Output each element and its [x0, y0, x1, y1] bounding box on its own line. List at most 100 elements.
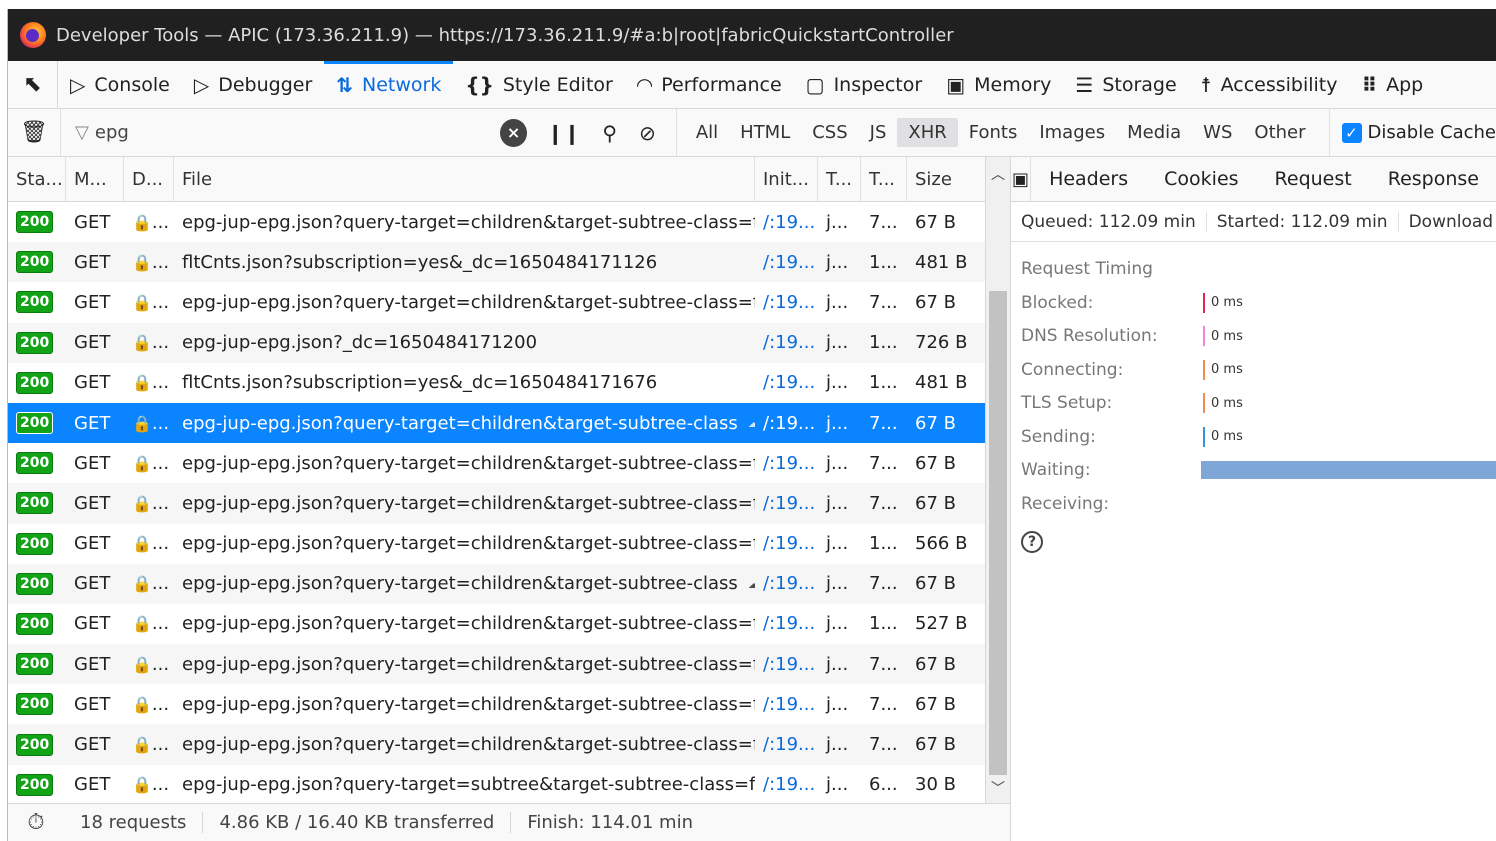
initiator-link[interactable]: /:19... — [755, 323, 818, 363]
tab-console[interactable]: ▷ Console — [58, 61, 182, 108]
initiator-link[interactable]: /:19... — [755, 765, 818, 803]
lock-icon: 🔒 — [132, 614, 152, 634]
initiator-link[interactable]: /:19... — [755, 363, 818, 403]
tab-accessibility[interactable]: ☨ Accessibility — [1189, 61, 1350, 108]
status-cell: 200 — [8, 443, 66, 483]
timing-row: Sending: 0 ms — [1021, 420, 1496, 454]
size-cell: 481 B — [915, 251, 968, 273]
method-cell: GET — [74, 211, 111, 233]
table-row[interactable]: 200 GET 🔒... epg-jup-epg.json?query-target=… — [8, 724, 985, 765]
col-domain[interactable]: D... — [124, 157, 174, 201]
type-filter-all[interactable]: All — [685, 118, 729, 147]
method-cell: GET — [74, 693, 111, 715]
domain-cell: 🔒... — [124, 363, 174, 403]
tab-performance[interactable]: ◠ Performance — [625, 61, 794, 108]
type-filter-ws[interactable]: WS — [1192, 118, 1243, 147]
size-cell: 67 B — [915, 291, 956, 313]
initiator-link[interactable]: /:19... — [755, 724, 818, 764]
element-picker-icon[interactable]: ⬉ — [8, 61, 58, 108]
tab-debugger[interactable]: ▷ Debugger — [182, 61, 324, 108]
col-method[interactable]: M... — [66, 157, 124, 201]
initiator-link[interactable]: /:19... — [755, 684, 818, 724]
tab-label: Style Editor — [502, 73, 613, 96]
initiator-link[interactable]: /:19... — [755, 202, 818, 242]
col-file[interactable]: File — [174, 157, 755, 201]
tab-inspector[interactable]: ▢ Inspector — [794, 61, 935, 108]
type-filter-js[interactable]: JS — [859, 118, 898, 147]
tab-cookies[interactable]: Cookies — [1146, 168, 1256, 190]
file-name: epg-jup-epg.json?query-target=children&t… — [182, 693, 755, 715]
type-cell: j... — [826, 372, 849, 394]
initiator-link[interactable]: /:19... — [755, 403, 818, 443]
file-name: epg-jup-epg.json?query-target=children&t… — [182, 211, 755, 233]
scrollbar-thumb[interactable] — [989, 291, 1007, 775]
scroll-up-icon[interactable]: ︿ — [986, 163, 1010, 185]
file-cell: epg-jup-epg.json?query-target=children&t… — [174, 644, 755, 684]
table-row[interactable]: 200 GET 🔒... epg-jup-epg.json?query-target=… — [8, 604, 985, 644]
tab-network[interactable]: ⇅ Network — [324, 61, 454, 108]
tab-style-editor[interactable]: {} Style Editor — [453, 61, 624, 108]
stopwatch-icon[interactable]: ⏱ — [8, 810, 64, 835]
col-initiator[interactable]: Init... — [755, 157, 818, 201]
col-size[interactable]: Size — [907, 157, 985, 201]
initiator-link[interactable]: /:19... — [755, 644, 818, 684]
initiator-link[interactable]: /:19... — [755, 242, 818, 282]
request-list-scrollbar[interactable]: ︿ ﹀ — [985, 157, 1010, 803]
type-filter-fonts[interactable]: Fonts — [958, 118, 1029, 147]
col-type[interactable]: T... — [818, 157, 861, 201]
table-row[interactable]: 200 GET 🔒... fltCnts.json?subscription=yes&… — [8, 242, 985, 283]
table-row[interactable]: 200 GET 🔒... epg-jup-epg.json?_dc=165048417… — [8, 322, 985, 363]
timing-label: Connecting: — [1021, 359, 1124, 380]
tab-memory[interactable]: ▣ Memory — [934, 61, 1063, 108]
tab-response[interactable]: Response — [1370, 168, 1496, 190]
clear-filter-icon[interactable]: × — [500, 118, 527, 147]
clear-requests-trash-icon[interactable]: 🗑 — [8, 109, 62, 156]
table-row[interactable]: 200 GET 🔒... epg-jup-epg.json?query-target=… — [8, 402, 985, 444]
tab-request[interactable]: Request — [1257, 168, 1370, 190]
initiator-link[interactable]: /:19... — [755, 564, 818, 604]
size-cell: 566 B — [915, 533, 968, 555]
scroll-down-icon[interactable]: ﹀ — [986, 777, 1010, 799]
type-filter-other[interactable]: Other — [1243, 118, 1316, 147]
type-filter-xhr[interactable]: XHR — [897, 118, 958, 147]
table-row[interactable]: 200 GET 🔒... epg-jup-epg.json?query-target=… — [8, 644, 985, 685]
method-cell: GET — [74, 734, 111, 756]
timing-value: 0 ms — [1211, 395, 1243, 411]
disable-cache-checkbox[interactable]: ✓ Disable Cache — [1328, 109, 1496, 156]
type-filter-html[interactable]: HTML — [729, 118, 801, 147]
timing-title: Request Timing — [1021, 259, 1153, 279]
table-row[interactable]: 200 GET 🔒... epg-jup-epg.json?query-target=… — [8, 524, 985, 564]
tab-headers[interactable]: Headers — [1031, 168, 1146, 190]
domain-cell: 🔒... — [124, 202, 174, 242]
title-bar: Developer Tools — APIC (173.36.211.9) — … — [8, 9, 1496, 61]
lock-icon: 🔒 — [132, 373, 152, 393]
block-icon[interactable]: ⊘ — [639, 121, 656, 145]
table-row[interactable]: 200 GET 🔒... epg-jup-epg.json?query-target=… — [8, 684, 985, 724]
initiator-link[interactable]: /:19... — [755, 604, 818, 644]
initiator-link[interactable]: /:19... — [755, 524, 818, 564]
search-icon[interactable]: ⚲ — [602, 121, 617, 145]
initiator-link[interactable]: /:19... — [755, 282, 818, 322]
col-transferred[interactable]: T... — [861, 157, 907, 201]
help-icon[interactable]: ? — [1021, 530, 1043, 553]
table-row[interactable]: 200 GET 🔒... epg-jup-epg.json?query-target=… — [8, 282, 985, 322]
pause-icon[interactable]: ❙❙ — [547, 121, 581, 145]
type-filter-css[interactable]: CSS — [801, 118, 858, 147]
table-row[interactable]: 200 GET 🔒... epg-jup-epg.json?query-target=… — [8, 202, 985, 242]
initiator-link[interactable]: /:19... — [755, 483, 818, 523]
table-row[interactable]: 200 GET 🔒... epg-jup-epg.json?query-target=… — [8, 563, 985, 604]
col-status[interactable]: Sta... — [8, 157, 66, 201]
filter-urls-input[interactable]: ▽ epg — [61, 109, 506, 156]
lock-icon: 🔒 — [132, 453, 152, 473]
table-row[interactable]: 200 GET 🔒... fltCnts.json?subscription=yes&… — [8, 363, 985, 403]
table-row[interactable]: 200 GET 🔒... epg-jup-epg.json?query-target=… — [8, 483, 985, 524]
timing-row: TLS Setup: 0 ms — [1021, 387, 1496, 421]
toggle-panel-icon[interactable]: ▣ — [1011, 157, 1032, 201]
table-row[interactable]: 200 GET 🔒... epg-jup-epg.json?query-target=… — [8, 443, 985, 483]
type-filter-images[interactable]: Images — [1028, 118, 1116, 147]
type-filter-media[interactable]: Media — [1116, 118, 1192, 147]
tab-storage[interactable]: ☰ Storage — [1063, 61, 1188, 108]
tab-app[interactable]: ⠿ App — [1350, 61, 1436, 108]
initiator-link[interactable]: /:19... — [755, 443, 818, 483]
table-row[interactable]: 200 GET 🔒... epg-jup-epg.json?query-target=… — [8, 765, 985, 803]
